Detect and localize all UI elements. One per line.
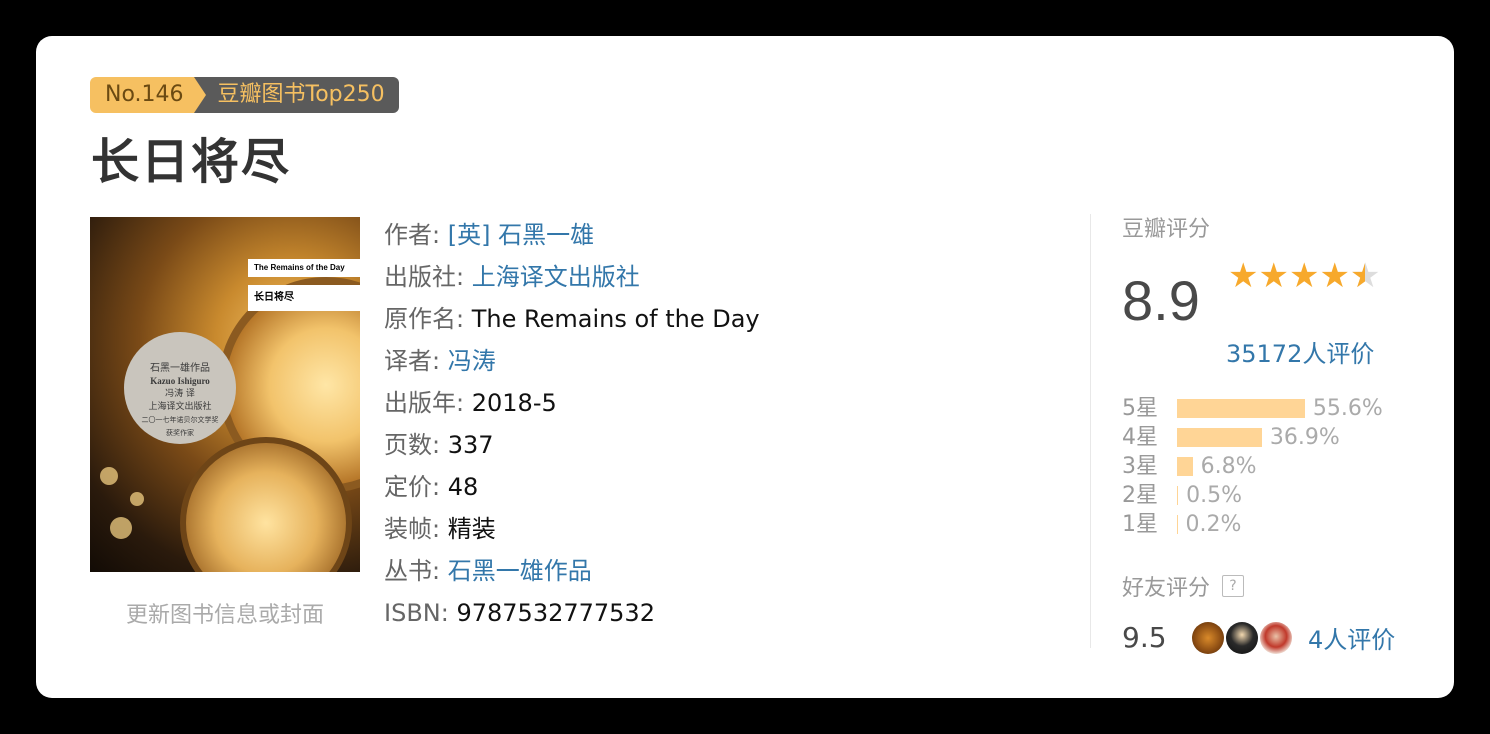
price-label: 定价: <box>384 473 441 501</box>
dist-pct: 0.5% <box>1186 483 1243 508</box>
dist-row-3: 3星 6.8% <box>1122 452 1383 481</box>
star-icon: ★ <box>1288 256 1320 296</box>
info-author: 作者: [英] 石黑一雄 <box>384 214 760 256</box>
info-original-title: 原作名: The Remains of the Day <box>384 298 760 340</box>
friend-score: 9.5 <box>1122 621 1167 654</box>
rating-score: 8.9 <box>1122 269 1200 332</box>
dist-label: 1星 <box>1122 512 1158 537</box>
publisher-label: 出版社: <box>384 263 465 291</box>
section-divider <box>1090 214 1091 648</box>
dist-row-5: 5星 55.6% <box>1122 394 1383 423</box>
rating-stars: ★★★★★★ <box>1228 256 1380 296</box>
cover-en-title: The Remains of the Day <box>248 259 360 277</box>
avatar[interactable] <box>1226 621 1258 654</box>
pages-value: 337 <box>447 431 494 459</box>
cover-cn-title: 长日将尽 <box>248 285 360 311</box>
translator-label: 译者: <box>384 347 441 375</box>
cover-award-line2: 获奖作家 <box>166 429 194 437</box>
dist-label: 5星 <box>1122 396 1158 421</box>
info-series: 丛书: 石黑一雄作品 <box>384 550 760 592</box>
isbn-label: ISBN: <box>384 599 449 627</box>
year-value: 2018-5 <box>471 389 557 417</box>
cover-seal: 石黑一雄作品 Kazuo Ishiguro 冯涛 译 上海译文出版社 二〇一七年… <box>124 332 236 444</box>
rating-heading: 豆瓣评分 <box>1122 217 1211 242</box>
price-value: 48 <box>447 473 479 501</box>
dist-label: 3星 <box>1122 454 1158 479</box>
dist-row-2: 2星 0.5% <box>1122 481 1383 510</box>
binding-value: 精装 <box>447 515 496 543</box>
info-price: 定价: 48 <box>384 466 760 508</box>
info-isbn: ISBN: 9787532777532 <box>384 592 760 634</box>
star-icon: ★ <box>1258 256 1289 296</box>
dist-bar <box>1177 399 1305 418</box>
avatar[interactable] <box>1192 621 1224 654</box>
cover-translator: 冯涛 译 <box>165 389 195 399</box>
book-title: 长日将尽 <box>91 134 292 190</box>
rating-distribution: 5星 55.6% 4星 36.9% 3星 6.8% 2星 0.5% 1星 0.2… <box>1122 394 1383 539</box>
rating-votes-link[interactable]: 35172人评价 <box>1226 334 1374 369</box>
rank-label: No.146 <box>90 77 205 113</box>
dist-pct: 36.9% <box>1269 425 1340 450</box>
original-title-value: The Remains of the Day <box>471 305 760 333</box>
dist-label: 4星 <box>1122 425 1158 450</box>
bokeh-light <box>110 517 132 539</box>
dist-pct: 55.6% <box>1312 396 1383 421</box>
star-icon: ★ <box>1228 256 1259 296</box>
series-link[interactable]: 石黑一雄作品 <box>448 557 592 585</box>
friend-rating-heading: 好友评分 ? <box>1122 570 1245 602</box>
book-info: 作者: [英] 石黑一雄 出版社: 上海译文出版社 原作名: The Remai… <box>384 214 760 634</box>
year-label: 出版年: <box>384 389 465 417</box>
dist-bar <box>1177 428 1262 447</box>
friend-rating-row: 9.5 4人评价 <box>1122 620 1395 655</box>
friend-votes-link[interactable]: 4人评价 <box>1308 620 1395 655</box>
info-binding: 装帧: 精装 <box>384 508 760 550</box>
top250-badge[interactable]: No.146 豆瓣图书Top250 <box>90 77 399 113</box>
publisher-link[interactable]: 上海译文出版社 <box>472 263 640 291</box>
book-card: No.146 豆瓣图书Top250 长日将尽 The Remains of th… <box>36 36 1454 698</box>
bokeh-light <box>130 492 144 506</box>
info-translator: 译者: 冯涛 <box>384 340 760 382</box>
author-link[interactable]: [英] 石黑一雄 <box>448 221 594 249</box>
binding-label: 装帧: <box>384 515 441 543</box>
pages-label: 页数: <box>384 431 441 459</box>
dist-bar <box>1177 457 1193 476</box>
author-label: 作者: <box>384 221 441 249</box>
dist-bar <box>1177 486 1179 505</box>
book-cover[interactable]: The Remains of the Day 长日将尽 石黑一雄作品 Kazuo… <box>90 217 360 572</box>
cover-publisher: 上海译文出版社 <box>148 402 212 412</box>
avatar[interactable] <box>1260 621 1292 654</box>
dist-row-4: 4星 36.9% <box>1122 423 1383 452</box>
top250-label: 豆瓣图书Top250 <box>193 77 399 113</box>
rating-panel: 豆瓣评分 8.9 ★★★★★★ 35172人评价 5星 55.6% 4星 36.… <box>1122 214 1422 654</box>
translator-link[interactable]: 冯涛 <box>448 347 496 375</box>
info-pages: 页数: 337 <box>384 424 760 466</box>
cover-author-en: Kazuo Ishiguro <box>150 376 210 386</box>
isbn-value: 9787532777532 <box>456 599 655 627</box>
help-icon[interactable]: ? <box>1222 575 1245 597</box>
series-label: 丛书: <box>384 557 441 585</box>
dist-pct: 0.2% <box>1185 512 1242 537</box>
star-icon: ★ <box>1319 256 1350 296</box>
friend-rating-label: 好友评分 <box>1122 576 1211 601</box>
dist-pct: 6.8% <box>1200 454 1257 479</box>
cover-award-line: 二〇一七年诺贝尔文学奖 <box>141 416 219 424</box>
info-year: 出版年: 2018-5 <box>384 382 760 424</box>
cover-author-work: 石黑一雄作品 <box>150 363 210 374</box>
half-star-icon: ★★ <box>1349 256 1381 296</box>
dist-row-1: 1星 0.2% <box>1122 510 1383 539</box>
info-publisher: 出版社: 上海译文出版社 <box>384 256 760 298</box>
dist-label: 2星 <box>1122 483 1158 508</box>
update-cover-link[interactable]: 更新图书信息或封面 <box>90 597 360 629</box>
original-title-label: 原作名: <box>384 305 465 333</box>
bokeh-light <box>100 467 118 485</box>
